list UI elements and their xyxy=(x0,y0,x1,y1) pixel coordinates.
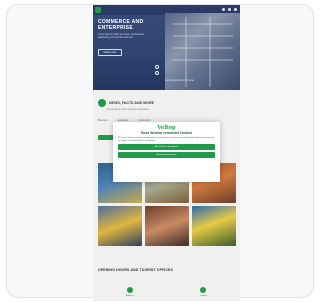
photo-tile[interactable] xyxy=(98,206,142,246)
arrow-up-icon[interactable] xyxy=(155,65,159,69)
hero-subtitle: Lorem ipsum dolor sit amet, consectetur … xyxy=(98,33,145,40)
accept-all-cookies-button[interactable]: Alle Cookies akzeptieren xyxy=(118,144,215,151)
bottom-icon-row xyxy=(93,287,240,293)
tab-business[interactable]: Business xyxy=(98,119,108,122)
arrow-down-icon[interactable] xyxy=(155,71,159,75)
header-icons xyxy=(222,8,237,11)
accept-selected-cookies-button[interactable]: Auswahl akzeptieren xyxy=(118,152,215,159)
address-label: Address xyxy=(125,295,134,297)
hero-caption: Lorem ipsum dolor sit amet xyxy=(165,79,194,82)
location-icon[interactable] xyxy=(126,287,133,293)
news-heading: NEWS, FACTS AND MORE xyxy=(109,101,154,105)
hero-read-more-button[interactable]: Read more xyxy=(98,49,122,56)
search-icon[interactable] xyxy=(222,8,225,11)
news-search-row: NEWS, FACTS AND MORE xyxy=(98,99,154,107)
search-icon[interactable] xyxy=(98,99,106,107)
hero-title: COMMERCE AND ENTERPRISE xyxy=(98,19,144,31)
contact-label: Contact xyxy=(199,295,208,297)
consent-body-text: Wir nutzen Cookies, um Inhalte und Anzei… xyxy=(118,137,215,142)
menu-icon[interactable] xyxy=(234,8,237,11)
phone-icon[interactable] xyxy=(200,287,207,293)
cookie-consent-dialog: Veltop Diese Website verwendet Cookies W… xyxy=(113,122,220,182)
photo-tile[interactable] xyxy=(145,206,189,246)
consent-title: Diese Website verwendet Cookies xyxy=(140,131,193,135)
section-title: OPENING HOURS AND TOURIST OFFICES xyxy=(98,268,173,272)
user-icon[interactable] xyxy=(228,8,231,11)
photo-tile[interactable] xyxy=(192,206,236,246)
news-subheading: Lorem ipsum dolor sit amet consectetur xyxy=(107,108,149,111)
bottom-label-row: Address Contact xyxy=(93,295,240,297)
site-logo[interactable] xyxy=(95,7,101,13)
slider-arrows xyxy=(155,65,159,75)
hero-banner: COMMERCE AND ENTERPRISE Lorem ipsum dolo… xyxy=(93,5,240,90)
